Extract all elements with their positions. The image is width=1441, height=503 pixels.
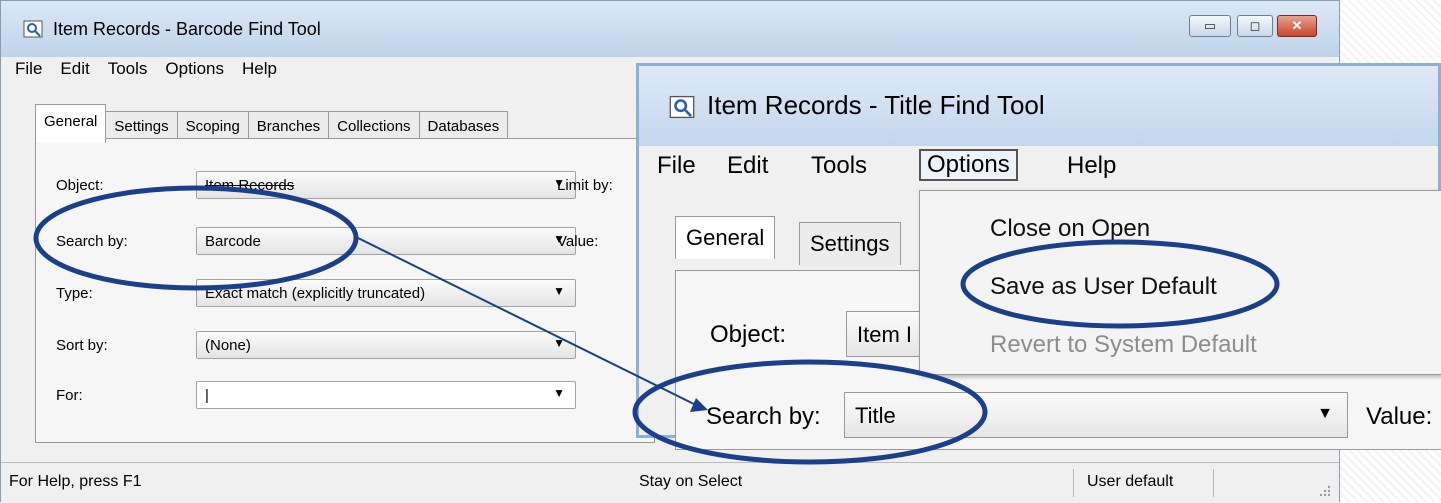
dropdown-arrow-icon: ▼	[1317, 405, 1333, 422]
menu-file[interactable]: File	[657, 152, 696, 180]
object-label: Object:	[56, 177, 104, 194]
status-user-default: User default	[1087, 473, 1174, 490]
window-title: Item Records - Title Find Tool	[707, 90, 1045, 120]
menu-help[interactable]: Help	[1067, 152, 1116, 180]
general-panel: Object: Item Records ▼ Search by: Barcod…	[35, 138, 655, 443]
status-divider	[1213, 469, 1214, 497]
menu-file[interactable]: File	[15, 57, 42, 83]
sort-by-select[interactable]: (None) ▼	[196, 331, 576, 359]
menu-edit[interactable]: Edit	[727, 152, 768, 180]
search-by-select[interactable]: Barcode ▼	[196, 227, 576, 255]
menu-edit[interactable]: Edit	[60, 57, 89, 83]
app-search-icon	[669, 95, 695, 119]
menu-tools[interactable]: Tools	[811, 152, 867, 180]
object-value: Item I	[857, 322, 913, 347]
type-value: Exact match (explicitly truncated)	[205, 285, 426, 302]
sort-by-value: (None)	[205, 337, 251, 354]
object-value: Item Records	[205, 177, 295, 194]
menu-options[interactable]: Options	[919, 149, 1018, 181]
tab-settings[interactable]: Settings	[799, 222, 901, 265]
app-search-icon	[23, 20, 43, 38]
menu-item-save-as-user-default[interactable]: Save as User Default	[990, 273, 1217, 301]
menu-options[interactable]: Options	[165, 57, 224, 83]
menu-item-revert-to-system-default: Revert to System Default	[990, 331, 1257, 358]
object-select[interactable]: Item Records ▼	[196, 171, 576, 199]
maximize-button[interactable]: ◻	[1237, 15, 1273, 37]
search-by-value: Barcode	[205, 233, 261, 250]
minimize-button[interactable]: ▭	[1189, 15, 1231, 37]
options-dropdown-menu: Close on Open Save as User Default Rever…	[919, 190, 1441, 375]
limit-by-label: Limit by:	[557, 177, 613, 194]
title-find-tool-window: Item Records - Title Find Tool File Edit…	[636, 63, 1441, 450]
status-help-text: For Help, press F1	[9, 473, 142, 490]
menu-help[interactable]: Help	[242, 57, 277, 83]
close-button[interactable]: ✕	[1277, 15, 1317, 37]
title-bar: Item Records - Title Find Tool	[639, 66, 1438, 146]
dropdown-arrow-icon: ▼	[553, 386, 565, 400]
tab-general[interactable]: General	[675, 216, 776, 259]
sort-by-label: Sort by:	[56, 337, 108, 354]
search-by-select[interactable]: Title ▼	[844, 392, 1348, 438]
value-label: Value:	[557, 233, 599, 250]
search-by-label: Search by:	[706, 403, 821, 430]
resize-grip-icon[interactable]	[1317, 483, 1333, 499]
value-label: Value:	[1366, 403, 1433, 430]
search-by-label: Search by:	[56, 233, 128, 250]
tab-general[interactable]: General	[35, 104, 107, 143]
for-input[interactable]: | ▼	[196, 381, 576, 409]
tab-strip: General Settings Scoping Branches Collec…	[35, 103, 509, 143]
title-bar: Item Records - Barcode Find Tool ▭ ◻ ✕	[1, 1, 1339, 57]
dropdown-arrow-icon: ▼	[553, 284, 565, 298]
menu-tools[interactable]: Tools	[108, 57, 148, 83]
for-label: For:	[56, 387, 83, 404]
object-label: Object:	[710, 321, 787, 348]
dropdown-arrow-icon: ▼	[553, 336, 565, 350]
menu-item-close-on-open[interactable]: Close on Open	[990, 215, 1150, 243]
search-by-value: Title	[855, 403, 896, 428]
status-stay-on-select: Stay on Select	[639, 473, 743, 490]
menu-bar: File Edit Tools Options Help	[15, 57, 277, 83]
window-title: Item Records - Barcode Find Tool	[53, 19, 321, 39]
type-select[interactable]: Exact match (explicitly truncated) ▼	[196, 279, 576, 307]
type-label: Type:	[56, 285, 93, 302]
status-divider	[1073, 469, 1074, 497]
for-value: |	[205, 387, 209, 404]
status-bar: For Help, press F1 Stay on Select User d…	[1, 462, 1339, 503]
